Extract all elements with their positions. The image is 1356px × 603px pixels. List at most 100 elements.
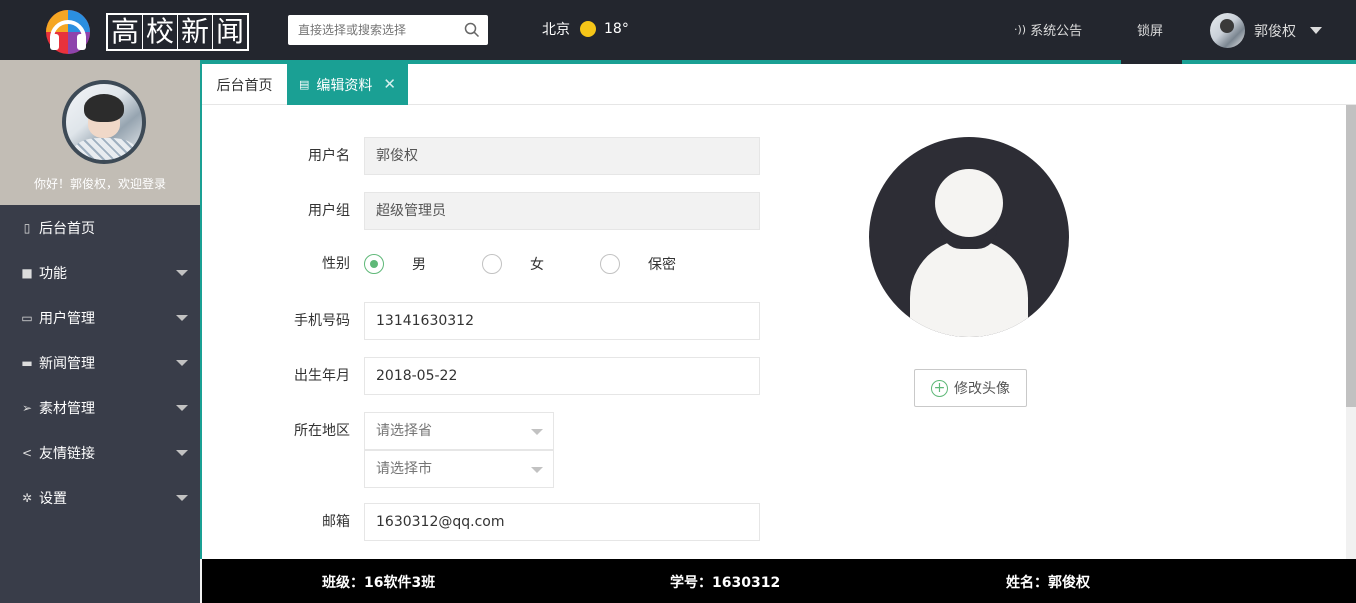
gender-row: 性别 男 女 保密: [202, 245, 802, 283]
username-label: 用户名: [308, 148, 350, 164]
chevron-down-icon: [176, 405, 188, 411]
chevron-down-icon: [176, 315, 188, 321]
sidebar-item-label: 用户管理: [39, 310, 95, 327]
change-avatar-label: 修改头像: [954, 381, 1010, 397]
user-menu[interactable]: 郭俊权: [1210, 13, 1322, 48]
chevron-down-icon: [176, 270, 188, 276]
sun-icon: [580, 21, 596, 37]
sidebar-item-users[interactable]: ▭ 用户管理: [0, 295, 200, 340]
radio-label: 保密: [648, 257, 676, 273]
chevron-down-icon: [176, 360, 188, 366]
broadcast-icon: ·)): [1014, 23, 1027, 36]
close-icon[interactable]: ✕: [383, 75, 396, 93]
user-name: 郭俊权: [1254, 23, 1296, 40]
birth-label: 出生年月: [294, 368, 350, 384]
sidebar-item-news[interactable]: ▬ 新闻管理: [0, 340, 200, 385]
tab-bar: 后台首页 ▤ 编辑资料 ✕: [200, 64, 1356, 105]
logo-char: 新: [178, 15, 214, 49]
phone-field[interactable]: 13141630312: [364, 302, 760, 340]
user-placeholder-icon: [869, 137, 1069, 337]
sidebar-item-label: 后台首页: [39, 220, 95, 237]
gender-radio-male[interactable]: 男: [364, 254, 482, 274]
headphones-logo-icon: [40, 8, 96, 56]
tablet-icon: ▯: [23, 220, 31, 235]
chevron-down-icon: [176, 450, 188, 456]
group-label: 用户组: [308, 203, 350, 219]
chevron-down-icon: [531, 467, 543, 473]
weather-temp: 18°: [604, 21, 629, 37]
sidebar-item-label: 新闻管理: [39, 355, 95, 372]
province-placeholder: 请选择省: [376, 423, 432, 439]
username-row: 用户名 郭俊权: [202, 137, 802, 175]
radio-checked-icon: [364, 254, 384, 274]
change-avatar-button[interactable]: + 修改头像: [914, 369, 1027, 407]
briefcase-icon: ■: [21, 265, 33, 280]
footer-student-id: 学号：1630312: [670, 575, 781, 591]
weather-widget: 北京 18°: [542, 19, 629, 39]
sidebar: 你好！郭俊权，欢迎登录 ▯ 后台首页 ■ 功能 ▭ 用户管理 ▬ 新闻管理 ➢ …: [0, 60, 200, 603]
search-box: [288, 15, 488, 45]
sidebar-item-label: 功能: [39, 265, 67, 282]
email-row: 邮箱 1630312@qq.com: [202, 503, 802, 541]
logo-char: 校: [143, 15, 179, 49]
welcome-text: 你好！郭俊权，欢迎登录: [33, 177, 166, 191]
birth-date-field[interactable]: 2018-05-22: [364, 357, 760, 395]
gender-radio-secret[interactable]: 保密: [600, 254, 718, 274]
sidebar-item-functions[interactable]: ■ 功能: [0, 250, 200, 295]
gender-radio-group: 男 女 保密: [364, 245, 718, 283]
username-field: 郭俊权: [364, 137, 760, 175]
logo[interactable]: 高 校 新 闻: [40, 8, 250, 56]
sidebar-item-label: 友情链接: [39, 445, 95, 462]
gender-radio-female[interactable]: 女: [482, 254, 600, 274]
radio-label: 男: [412, 257, 426, 273]
sidebar-item-settings[interactable]: ✲ 设置: [0, 475, 200, 520]
email-field[interactable]: 1630312@qq.com: [364, 503, 760, 541]
footer-bar: 班级：16软件3班 学号：1630312 姓名：郭俊权: [202, 559, 1356, 603]
chevron-down-icon: [531, 429, 543, 435]
group-row: 用户组 超级管理员: [202, 192, 802, 230]
search-input[interactable]: [288, 15, 458, 45]
weather-city: 北京: [542, 22, 570, 38]
chevron-down-icon: [176, 495, 188, 501]
paper-plane-icon: ➢: [21, 400, 33, 415]
notice-label: 系统公告: [1030, 24, 1083, 39]
sidebar-item-label: 设置: [39, 490, 67, 507]
edit-profile-form: 用户名 郭俊权 用户组 超级管理员 性别 男 女 保密 手机号码 1314163…: [200, 105, 1346, 559]
system-notice-link[interactable]: ·)) 系统公告: [1014, 20, 1082, 39]
sidebar-item-home[interactable]: ▯ 后台首页: [0, 205, 200, 250]
chevron-down-icon: [1310, 27, 1322, 34]
phone-row: 手机号码 13141630312: [202, 302, 802, 340]
logo-text: 高 校 新 闻: [106, 13, 250, 51]
folder-icon: ▬: [21, 355, 33, 370]
logo-char: 高: [108, 15, 144, 49]
tab-edit-profile[interactable]: ▤ 编辑资料 ✕: [287, 64, 408, 105]
search-icon[interactable]: [464, 22, 480, 38]
lock-screen-button[interactable]: 锁屏: [1137, 20, 1163, 39]
tab-home[interactable]: 后台首页: [200, 64, 287, 105]
footer-name: 姓名：郭俊权: [1006, 575, 1090, 591]
email-label: 邮箱: [322, 514, 350, 530]
province-select[interactable]: 请选择省: [364, 412, 554, 450]
phone-label: 手机号码: [294, 313, 350, 329]
profile-avatar[interactable]: [62, 80, 146, 164]
gender-label: 性别: [322, 256, 350, 272]
vertical-scrollbar[interactable]: [1346, 105, 1356, 559]
radio-label: 女: [530, 257, 544, 273]
footer-class: 班级：16软件3班: [322, 575, 436, 591]
radio-unchecked-icon: [600, 254, 620, 274]
tab-label: 后台首页: [216, 77, 273, 94]
logo-char: 闻: [216, 15, 245, 48]
city-select[interactable]: 请选择市: [364, 450, 554, 488]
sidebar-item-materials[interactable]: ➢ 素材管理: [0, 385, 200, 430]
region-label: 所在地区: [294, 423, 350, 439]
sidebar-item-links[interactable]: < 友情链接: [0, 430, 200, 475]
share-icon: <: [21, 445, 33, 460]
sidebar-nav: ▯ 后台首页 ■ 功能 ▭ 用户管理 ▬ 新闻管理 ➢ 素材管理 < 友情链接: [0, 205, 200, 520]
scrollbar-thumb[interactable]: [1346, 105, 1356, 407]
birth-row: 出生年月 2018-05-22: [202, 357, 802, 395]
city-placeholder: 请选择市: [376, 461, 432, 477]
user-profile-panel: 你好！郭俊权，欢迎登录: [0, 60, 200, 205]
region-row: 所在地区 请选择省 请选择市: [202, 412, 802, 488]
tab-label: 编辑资料: [316, 77, 373, 94]
sidebar-item-label: 素材管理: [39, 400, 95, 417]
